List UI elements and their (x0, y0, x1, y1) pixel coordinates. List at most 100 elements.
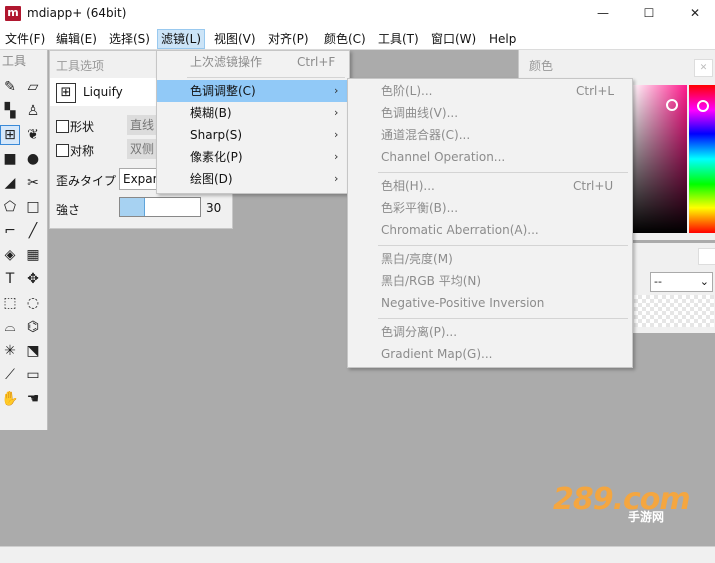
menu-view[interactable]: 视图(V) (211, 30, 259, 48)
menu-help[interactable]: Help (486, 30, 519, 48)
submenu-posterize[interactable]: 色调分离(P)... (348, 321, 632, 343)
menu-separator (378, 318, 628, 319)
menu-tools[interactable]: 工具(T) (375, 30, 422, 48)
hand-icon[interactable]: ✋ (1, 390, 19, 408)
saturation-value-picker[interactable] (631, 85, 687, 233)
move-icon[interactable]: ✥ (24, 270, 42, 288)
filter-menu: 上次滤镜操作 Ctrl+F 色调调整(C) › 模糊(B) › Sharp(S)… (156, 50, 350, 194)
line-icon[interactable]: ╱ (24, 222, 42, 240)
filter-menu-sharp[interactable]: Sharp(S) › (157, 124, 349, 146)
layer-panel: -- ⌄ (630, 243, 715, 333)
submenu-color-balance[interactable]: 色彩平衡(B)... (348, 197, 632, 219)
eraser-icon[interactable]: ▱ (24, 78, 42, 96)
scissors-icon[interactable]: ✂ (24, 174, 42, 192)
minimize-button[interactable]: — (580, 0, 626, 27)
filter-menu-color-adjust[interactable]: 色调调整(C) › (157, 80, 349, 102)
panel-close-icon[interactable]: ✕ (694, 59, 713, 77)
filter-menu-pixelate[interactable]: 像素化(P) › (157, 146, 349, 168)
hue-cursor (697, 100, 709, 112)
strength-slider-fill (120, 198, 145, 216)
menu-filter[interactable]: 滤镜(L) (157, 29, 206, 49)
rect-select-icon[interactable]: ⬚ (1, 294, 19, 312)
eyedropper-icon[interactable]: ⟋ (1, 366, 19, 384)
liquify-tool-icon[interactable]: ⊞ (0, 125, 20, 145)
menu-select[interactable]: 选择(S) (106, 30, 153, 48)
ellipse-select-icon[interactable]: ◌ (24, 294, 42, 312)
symmetry-checkbox[interactable] (56, 144, 69, 157)
menu-separator (187, 77, 345, 78)
strength-value: 30 (206, 201, 222, 215)
submenu-negative-positive[interactable]: Negative-Positive Inversion (348, 292, 632, 314)
submenu-gradient-map[interactable]: Gradient Map(G)... (348, 343, 632, 365)
filter-menu-blur[interactable]: 模糊(B) › (157, 102, 349, 124)
submenu-arrow-icon: › (334, 172, 339, 185)
submenu-arrow-icon: › (334, 128, 339, 141)
bucket-icon[interactable]: ◈ (1, 246, 19, 264)
rotate-hand-icon[interactable]: ☚ (24, 390, 42, 408)
lasso-polygon-icon[interactable]: ⌬ (24, 318, 42, 336)
title-bar: m mdiapp+ (64bit) — ☐ ✕ (0, 0, 715, 27)
tool-name: Liquify (83, 85, 123, 99)
tool-palette-title: 工具 (2, 54, 27, 68)
rect-fill-icon[interactable]: ■ (1, 150, 19, 168)
menu-window[interactable]: 窗口(W) (428, 30, 479, 48)
strength-label: 強さ (56, 203, 81, 217)
menu-file[interactable]: 文件(F) (2, 30, 48, 48)
distort-type-label: 歪みタイプ (56, 174, 117, 188)
menu-bar: 文件(F) 编辑(E) 选择(S) 滤镜(L) 视图(V) 对齐(P) 颜色(C… (0, 27, 715, 50)
gradient-icon[interactable]: ▦ (24, 246, 42, 264)
rect-outline-icon[interactable]: □ (24, 198, 42, 216)
blend-mode-value: -- (654, 275, 662, 288)
ruler-icon[interactable]: ▭ (24, 366, 42, 384)
submenu-tone-curve[interactable]: 色调曲线(V)... (348, 102, 632, 124)
menu-align[interactable]: 对齐(P) (265, 30, 312, 48)
chevron-down-icon: ⌄ (699, 275, 709, 288)
layer-panel-close-icon[interactable] (698, 248, 715, 265)
polygon-outline-icon[interactable]: ⬠ (1, 198, 19, 216)
maximize-button[interactable]: ☐ (626, 0, 672, 27)
window-title: mdiapp+ (64bit) (27, 6, 127, 20)
submenu-hue[interactable]: 色相(H)... Ctrl+U (348, 175, 632, 197)
menu-separator (378, 245, 628, 246)
submenu-mono-brightness[interactable]: 黑白/亮度(M) (348, 248, 632, 270)
symmetry-label: 对称 (70, 144, 95, 158)
dot-pen-icon[interactable]: ▚ (1, 102, 19, 120)
filter-menu-last-filter[interactable]: 上次滤镜操作 Ctrl+F (157, 51, 349, 73)
bezier-icon[interactable]: ⌐ (1, 222, 19, 240)
magic-wand-icon[interactable]: ✳ (1, 342, 19, 360)
tool-options-title: 工具选项 (56, 59, 105, 73)
watermark-brand: 289.com (553, 482, 691, 517)
submenu-levels[interactable]: 色阶(L)... Ctrl+L (348, 80, 632, 102)
blend-mode-select[interactable]: -- ⌄ (650, 272, 713, 292)
status-bar (0, 546, 715, 563)
ellipse-fill-icon[interactable]: ● (24, 150, 42, 168)
butterfly-icon[interactable]: ❦ (24, 126, 42, 144)
submenu-arrow-icon: › (334, 150, 339, 163)
shape-checkbox[interactable] (56, 120, 69, 133)
menu-edit[interactable]: 编辑(E) (53, 30, 100, 48)
color-adjust-submenu: 色阶(L)... Ctrl+L 色调曲线(V)... 通道混合器(C)... C… (347, 78, 633, 368)
app-logo-icon: m (5, 6, 21, 21)
close-button[interactable]: ✕ (672, 0, 715, 27)
select-pen-icon[interactable]: ⬔ (24, 342, 42, 360)
liquify-icon: ⊞ (56, 83, 76, 103)
pen-icon[interactable]: ✎ (1, 78, 19, 96)
stamp-icon[interactable]: ♙ (24, 102, 42, 120)
menu-separator (378, 172, 628, 173)
text-icon[interactable]: T (1, 270, 19, 288)
submenu-channel-operation[interactable]: Channel Operation... (348, 146, 632, 168)
submenu-mono-rgb-average[interactable]: 黑白/RGB 平均(N) (348, 270, 632, 292)
filter-menu-draw[interactable]: 绘图(D) › (157, 168, 349, 190)
polygon-fill-icon[interactable]: ◢ (1, 174, 19, 192)
strength-slider[interactable] (119, 197, 201, 217)
color-panel-title: 颜色 (529, 59, 554, 73)
lasso-icon[interactable]: ⌓ (1, 318, 19, 336)
layer-thumbnail[interactable] (634, 295, 714, 327)
watermark-sub: 手游网 (628, 510, 665, 524)
menu-color[interactable]: 颜色(C) (321, 30, 369, 48)
tool-palette: 工具 ✎ ▱ ▚ ♙ ⊞ ❦ ■ ● ◢ ✂ ⬠ □ ⌐ ╱ ◈ ▦ T ✥ ⬚… (0, 50, 48, 430)
sv-cursor (666, 99, 678, 111)
shape-label: 形状 (70, 120, 95, 134)
submenu-channel-mixer[interactable]: 通道混合器(C)... (348, 124, 632, 146)
submenu-chromatic-aberration[interactable]: Chromatic Aberration(A)... (348, 219, 632, 241)
